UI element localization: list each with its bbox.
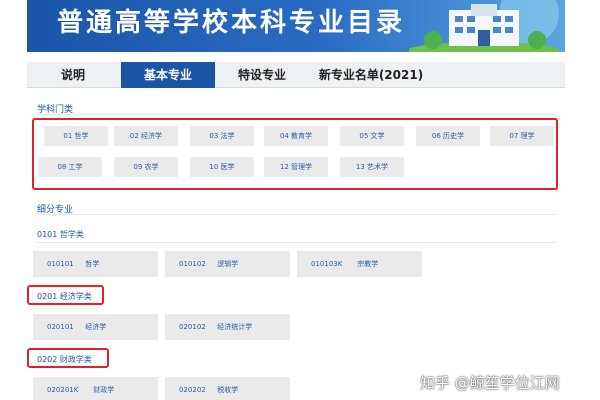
major-code: 010101 [47, 260, 74, 268]
discipline-science[interactable]: 07 理学 [490, 126, 554, 146]
group-divider [37, 242, 557, 243]
major-name: 逻辑学 [217, 260, 239, 268]
major-code: 020102 [179, 323, 206, 331]
major-item[interactable]: 020102 经济统计学 [165, 314, 290, 340]
discipline-literature[interactable]: 05 文学 [340, 126, 404, 146]
major-group-economics[interactable]: 0201 经济学类 [37, 291, 92, 302]
banner-title: 普通高等学校本科专业目录 [57, 8, 406, 38]
tab-basic-majors[interactable]: 基本专业 [121, 62, 215, 88]
major-code: 020101 [47, 323, 74, 331]
major-group-public-finance[interactable]: 0202 财政学类 [37, 354, 92, 365]
section-divider [37, 214, 557, 215]
major-code: 010102 [179, 260, 206, 268]
header-banner: 普通高等学校本科专业目录 [27, 0, 565, 52]
major-group-philosophy[interactable]: 0101 哲学类 [37, 229, 84, 240]
tab-new-majors-2021[interactable]: 新专业名单(2021) [311, 62, 431, 88]
major-item[interactable]: 010101 哲学 [33, 251, 158, 277]
zhihu-watermark: 知乎 @鲸笙学位江网 [420, 374, 560, 392]
discipline-history[interactable]: 06 历史学 [416, 126, 480, 146]
discipline-education[interactable]: 04 教育学 [264, 126, 328, 146]
major-name: 哲学 [85, 260, 100, 268]
section-divider [37, 114, 557, 115]
discipline-law[interactable]: 03 法学 [190, 126, 254, 146]
major-code: 020201K [47, 386, 79, 394]
major-name: 税收学 [217, 386, 239, 394]
page: 普通高等学校本科专业目录 说明 基本专业 特设专业 新专业名单(2021) 学科… [0, 0, 600, 400]
discipline-arts[interactable]: 13 艺术学 [340, 157, 404, 177]
major-item[interactable]: 010103K 宗教学 [297, 251, 422, 277]
school-building-icon [409, 0, 559, 52]
major-name: 财政学 [93, 386, 115, 394]
tab-special-majors[interactable]: 特设专业 [217, 62, 307, 88]
major-item[interactable]: 020202 税收学 [165, 377, 290, 400]
major-code: 010103K [311, 260, 343, 268]
major-name: 经济学 [85, 323, 107, 331]
major-name: 宗教学 [357, 260, 379, 268]
discipline-philosophy[interactable]: 01 哲学 [44, 126, 108, 146]
discipline-engineering[interactable]: 08 工学 [38, 157, 102, 177]
discipline-management[interactable]: 12 管理学 [264, 157, 328, 177]
major-code: 020202 [179, 386, 206, 394]
discipline-economics[interactable]: 02 经济学 [114, 126, 178, 146]
major-item[interactable]: 020201K 财政学 [33, 377, 158, 400]
tab-instructions[interactable]: 说明 [27, 62, 119, 88]
discipline-medicine[interactable]: 10 医学 [190, 157, 254, 177]
tab-bar: 说明 基本专业 特设专业 新专业名单(2021) [27, 62, 565, 88]
major-name: 经济统计学 [217, 323, 253, 331]
discipline-agriculture[interactable]: 09 农学 [114, 157, 178, 177]
major-item[interactable]: 010102 逻辑学 [165, 251, 290, 277]
major-item[interactable]: 020101 经济学 [33, 314, 158, 340]
